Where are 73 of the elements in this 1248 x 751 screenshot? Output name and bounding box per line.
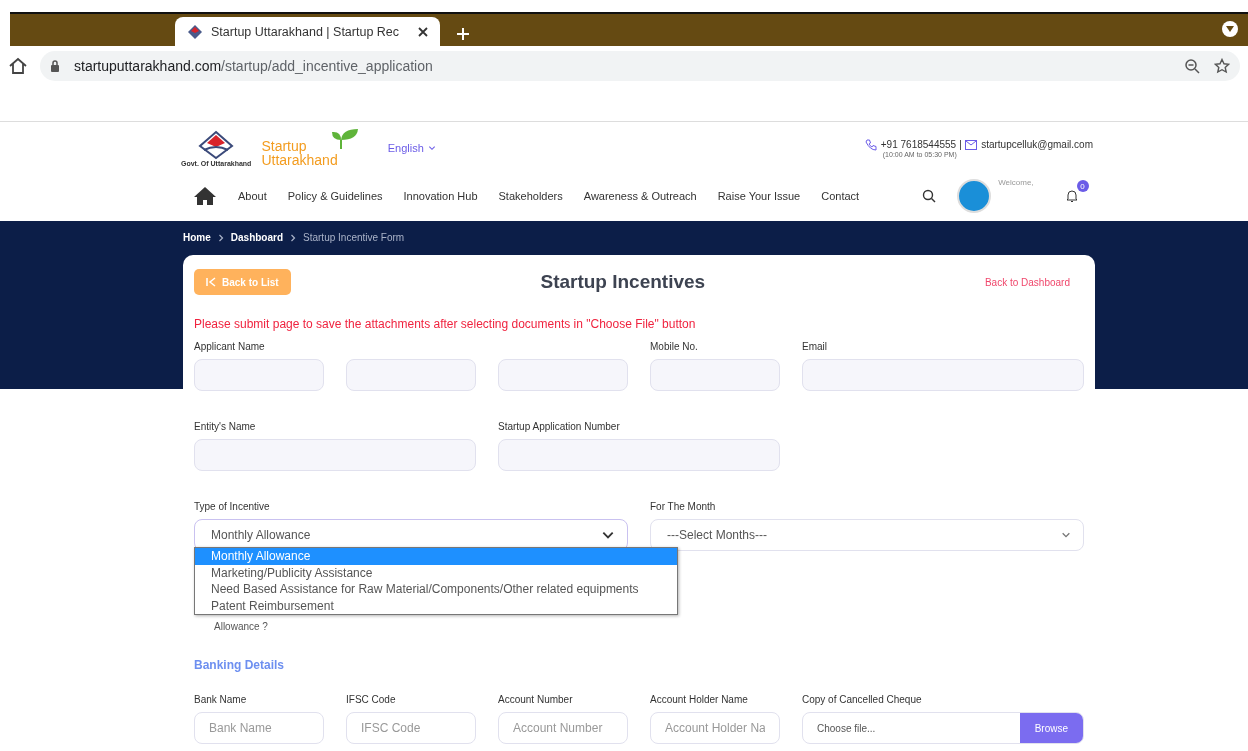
text-field[interactable]	[802, 359, 1084, 391]
email-address: startupcelluk@gmail.com	[981, 139, 1093, 150]
nav-link[interactable]: About	[238, 190, 267, 202]
nav-link[interactable]: Awareness & Outreach	[583, 190, 697, 202]
chevron-right-icon	[216, 233, 225, 242]
select-field[interactable]: ---Select Months---	[650, 519, 1084, 551]
lock-icon	[50, 60, 60, 72]
field-label: Account Holder Name	[650, 694, 749, 706]
chevron-down-icon	[1061, 530, 1071, 540]
address-bar[interactable]: startuputtarakhand.com/startup/add_incentive_application	[40, 51, 1240, 81]
emblem-icon	[187, 23, 203, 40]
leaf-icon	[331, 129, 358, 149]
text-field[interactable]: Account Number	[498, 712, 628, 744]
nav-link[interactable]: Raise Your Issue	[717, 190, 801, 202]
text-field[interactable]: Account Holder Na	[650, 712, 780, 744]
field-label: Bank Name	[194, 694, 248, 706]
home-icon[interactable]	[193, 186, 217, 206]
field-label: Email	[802, 341, 828, 353]
breadcrumb-link[interactable]: Startup Incentive Form	[303, 232, 405, 243]
zoom-out-icon[interactable]	[1184, 58, 1200, 74]
file-field[interactable]: Choose file... Browse	[802, 712, 1084, 744]
field-label: For The Month	[650, 501, 717, 513]
breadcrumb-link[interactable]: Dashboard	[230, 232, 284, 243]
section-title: Banking Details	[194, 658, 286, 672]
browser-tab[interactable]: Startup Uttarakhand | Startup Rec	[175, 17, 440, 46]
phone-number: +91 7618544555	[880, 139, 957, 150]
home-icon[interactable]	[8, 56, 28, 76]
skip-back-icon	[206, 277, 216, 287]
field-label: Account Number	[498, 694, 574, 706]
field-label: Allowance ?	[214, 621, 268, 632]
url-text: startuputtarakhand.com/startup/add_incentive_application	[74, 58, 434, 74]
field-label: Copy of Cancelled Cheque	[802, 694, 923, 706]
text-field[interactable]: Bank Name	[194, 712, 324, 744]
language-selector[interactable]: English	[387, 142, 436, 154]
field-label: Entity's Name	[194, 421, 257, 433]
breadcrumb-link[interactable]: Home	[183, 232, 211, 243]
file-placeholder: Choose file...	[816, 722, 877, 734]
text-field[interactable]	[498, 439, 780, 471]
chevron-right-icon	[289, 233, 298, 242]
star-icon[interactable]	[1214, 58, 1230, 74]
field-label: Applicant Name	[194, 341, 266, 353]
tab-title: Startup Uttarakhand | Startup Rec	[211, 24, 401, 39]
text-field[interactable]	[498, 359, 628, 391]
field-label: Type of Incentive	[194, 501, 271, 513]
welcome-text: Welcome,	[998, 178, 1034, 187]
nav-link[interactable]: Stakeholders	[498, 190, 563, 202]
text-field[interactable]	[650, 359, 780, 391]
nav-link[interactable]: Contact	[821, 190, 860, 202]
text-field[interactable]	[194, 439, 476, 471]
nav-link[interactable]: Innovation Hub	[403, 190, 478, 202]
bell-icon[interactable]	[1064, 189, 1079, 203]
form-title: Startup Incentives	[540, 271, 706, 293]
new-tab-icon[interactable]	[456, 27, 470, 41]
notification-count: 0	[1076, 180, 1089, 192]
notice-text: Please submit page to save the attachments after selecting documents in "Choose File" button	[194, 317, 697, 331]
startup-logo: Startup Uttarakhand	[261, 139, 338, 167]
nav-link[interactable]: Policy & Guidelines	[287, 190, 383, 202]
text-field[interactable]	[346, 359, 476, 391]
chevron-down-icon	[427, 144, 436, 152]
text-field[interactable]	[194, 359, 324, 391]
close-icon[interactable]	[418, 26, 428, 37]
phone-icon	[864, 138, 877, 151]
browse-button[interactable]: Browse	[1019, 713, 1083, 743]
text-field[interactable]: IFSC Code	[346, 712, 476, 744]
mail-icon	[965, 139, 978, 150]
dropdown-option[interactable]: Need Based Assistance for Raw Material/Components/Other related equipments	[195, 581, 677, 598]
field-label: Startup Application Number	[498, 421, 621, 433]
menu-icon[interactable]	[1222, 21, 1238, 37]
back-to-dashboard-link[interactable]: Back to Dashboard	[984, 276, 1070, 288]
field-label: IFSC Code	[346, 694, 397, 706]
field-label: Mobile No.	[650, 341, 699, 353]
avatar[interactable]	[957, 179, 992, 213]
search-icon[interactable]	[922, 189, 937, 203]
